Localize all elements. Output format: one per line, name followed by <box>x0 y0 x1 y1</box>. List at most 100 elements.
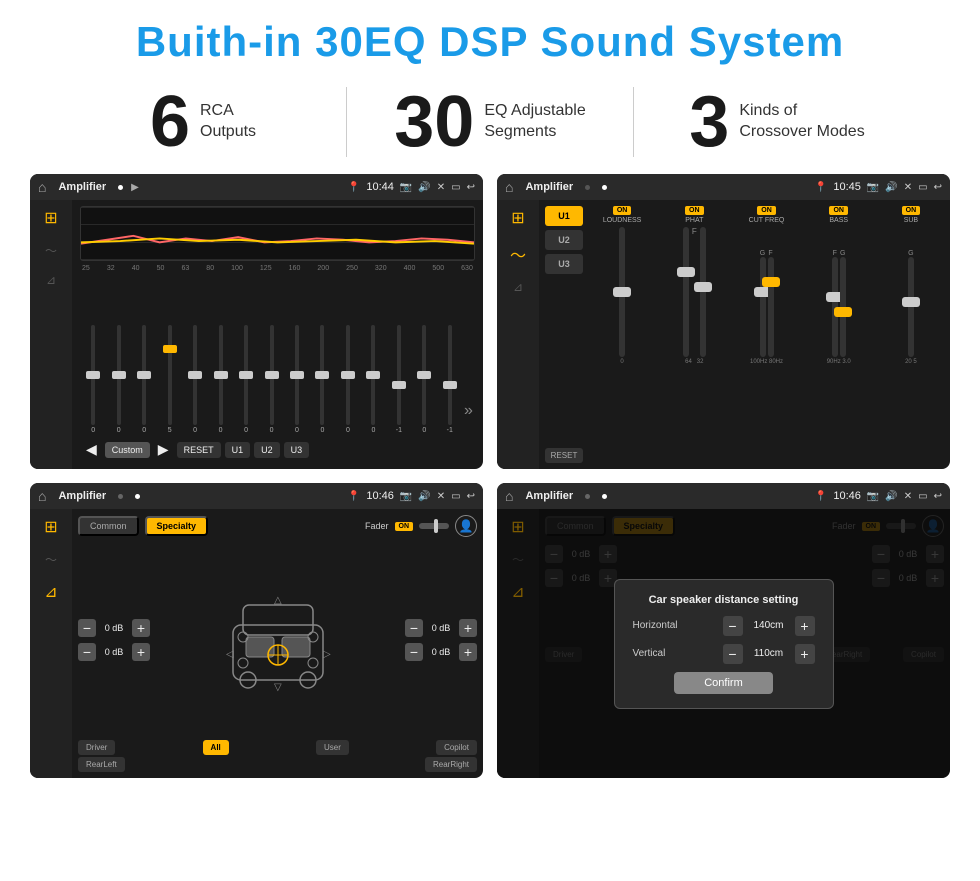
camera-icon-3: 📷 <box>400 491 412 502</box>
vol-row-0: − 0 dB + <box>78 619 150 637</box>
wave-icon[interactable]: 〜 <box>45 242 57 259</box>
location-icon-4: 📍 <box>815 491 827 502</box>
vol-val-0: 0 dB <box>100 623 128 633</box>
status-icons-1: 📍 10:44 📷 🔊 ✕ ▭ ↩ <box>348 181 475 193</box>
fader-slider[interactable] <box>419 523 449 529</box>
preset-u3-button[interactable]: U3 <box>545 254 583 274</box>
loudness-slider[interactable] <box>619 227 625 357</box>
status-icons-2: 📍 10:45 📷 🔊 ✕ ▭ ↩ <box>815 181 942 193</box>
close-icon[interactable]: ✕ <box>437 182 445 193</box>
horizontal-plus-button[interactable]: + <box>795 616 815 636</box>
wave-icon-2[interactable]: 〜 <box>510 242 526 266</box>
slider-track-8[interactable] <box>295 325 299 425</box>
driver-button[interactable]: Driver <box>78 740 115 755</box>
phat-group: ON PHAT F 64 32 <box>661 206 727 463</box>
cutfreq-g[interactable] <box>760 257 766 357</box>
eq-icon-3[interactable]: ⊞ <box>44 517 57 537</box>
distance-dialog: Car speaker distance setting Horizontal … <box>614 579 834 709</box>
slider-track-6[interactable] <box>244 325 248 425</box>
reset-button[interactable]: RESET <box>177 442 221 458</box>
slider-track-12[interactable] <box>397 325 401 425</box>
close-icon-3[interactable]: ✕ <box>437 491 445 502</box>
phat-slider1[interactable] <box>683 227 689 357</box>
vertical-plus-button[interactable]: + <box>795 644 815 664</box>
back-icon-3[interactable]: ↩ <box>467 491 475 502</box>
slider-track-13[interactable] <box>422 325 426 425</box>
all-button[interactable]: All <box>203 740 229 755</box>
rearleft-button[interactable]: RearLeft <box>78 757 125 772</box>
more-arrow[interactable]: » <box>464 402 473 434</box>
user-button[interactable]: User <box>316 740 349 755</box>
slider-track-5[interactable] <box>219 325 223 425</box>
preset-u1-button[interactable]: U1 <box>545 206 583 226</box>
home-icon-3[interactable]: ⌂ <box>38 488 46 504</box>
back-icon-2[interactable]: ↩ <box>934 182 942 193</box>
prev-button[interactable]: ◀ <box>82 438 101 461</box>
volume-ctrl-icon[interactable]: ⊿ <box>46 273 56 287</box>
next-button[interactable]: ▶ <box>154 438 173 461</box>
screens-grid: ⌂ Amplifier ▶ 📍 10:44 📷 🔊 ✕ ▭ ↩ ⊞ 〜 ⊿ <box>0 174 980 778</box>
slider-track-14[interactable] <box>448 325 452 425</box>
vol-minus-0[interactable]: − <box>78 619 96 637</box>
slider-track-3[interactable] <box>168 325 172 425</box>
slider-track-9[interactable] <box>320 325 324 425</box>
vol-plus-1[interactable]: + <box>132 643 150 661</box>
copilot-button[interactable]: Copilot <box>436 740 477 755</box>
preset-custom-button[interactable]: Custom <box>105 442 150 458</box>
sub-g[interactable] <box>908 257 914 357</box>
common-tab[interactable]: Common <box>78 516 139 536</box>
vertical-label: Vertical <box>633 648 666 659</box>
specialty-tab[interactable]: Specialty <box>145 516 209 536</box>
vol-plus-3[interactable]: + <box>459 643 477 661</box>
volume-ctrl-icon-2[interactable]: ⊿ <box>513 280 523 294</box>
horizontal-minus-button[interactable]: − <box>723 616 743 636</box>
cutfreq-f[interactable] <box>768 257 774 357</box>
cutfreq-label: CUT FREQ <box>749 217 785 224</box>
home-icon-2[interactable]: ⌂ <box>505 179 513 195</box>
amp-reset-button[interactable]: RESET <box>545 448 583 463</box>
vol-minus-3[interactable]: − <box>405 643 423 661</box>
spec-right: − 0 dB + − 0 dB + <box>405 543 477 736</box>
vol-minus-2[interactable]: − <box>405 619 423 637</box>
vertical-minus-button[interactable]: − <box>723 644 743 664</box>
home-icon-4[interactable]: ⌂ <box>505 488 513 504</box>
dot-1 <box>118 185 123 190</box>
vol-row-3: − 0 dB + <box>405 643 477 661</box>
close-icon-4[interactable]: ✕ <box>904 491 912 502</box>
preset-u2-button[interactable]: U2 <box>545 230 583 250</box>
rearright-button[interactable]: RearRight <box>425 757 477 772</box>
vol-minus-1[interactable]: − <box>78 643 96 661</box>
eq-icon-2[interactable]: ⊞ <box>511 208 524 228</box>
status-bar-2: ⌂ Amplifier 📍 10:45 📷 🔊 ✕ ▭ ↩ <box>497 174 950 200</box>
eq-content: 2532405063 80100125160200 25032040050063… <box>72 200 483 469</box>
back-icon-4[interactable]: ↩ <box>934 491 942 502</box>
vol-val-3: 0 dB <box>427 647 455 657</box>
screen-4-body: ⊞ 〜 ⊿ Common Specialty Fader ON 👤 <box>497 509 950 778</box>
slider-track-1[interactable] <box>117 325 121 425</box>
confirm-button[interactable]: Confirm <box>674 672 773 694</box>
slider-track-10[interactable] <box>346 325 350 425</box>
slider-track-2[interactable] <box>142 325 146 425</box>
phat-label: PHAT <box>685 217 703 224</box>
u1-button[interactable]: U1 <box>225 442 251 458</box>
phat-slider2[interactable] <box>700 227 706 357</box>
back-icon[interactable]: ↩ <box>467 182 475 193</box>
volume-ctrl-icon-3[interactable]: ⊿ <box>44 582 57 602</box>
wave-icon-3[interactable]: 〜 <box>45 551 57 568</box>
vol-plus-0[interactable]: + <box>132 619 150 637</box>
slider-track-7[interactable] <box>270 325 274 425</box>
u2-button[interactable]: U2 <box>254 442 280 458</box>
vol-plus-2[interactable]: + <box>459 619 477 637</box>
dot-2a <box>585 185 590 190</box>
bass-g[interactable] <box>840 257 846 357</box>
slider-track-11[interactable] <box>371 325 375 425</box>
close-icon-2[interactable]: ✕ <box>904 182 912 193</box>
stat-number-eq: 30 <box>394 86 474 158</box>
u3-button[interactable]: U3 <box>284 442 310 458</box>
profile-icon[interactable]: 👤 <box>455 515 477 537</box>
loudness-label: LOUDNESS <box>603 217 642 224</box>
slider-track-4[interactable] <box>193 325 197 425</box>
home-icon[interactable]: ⌂ <box>38 179 46 195</box>
eq-icon[interactable]: ⊞ <box>44 208 57 228</box>
slider-track-0[interactable] <box>91 325 95 425</box>
